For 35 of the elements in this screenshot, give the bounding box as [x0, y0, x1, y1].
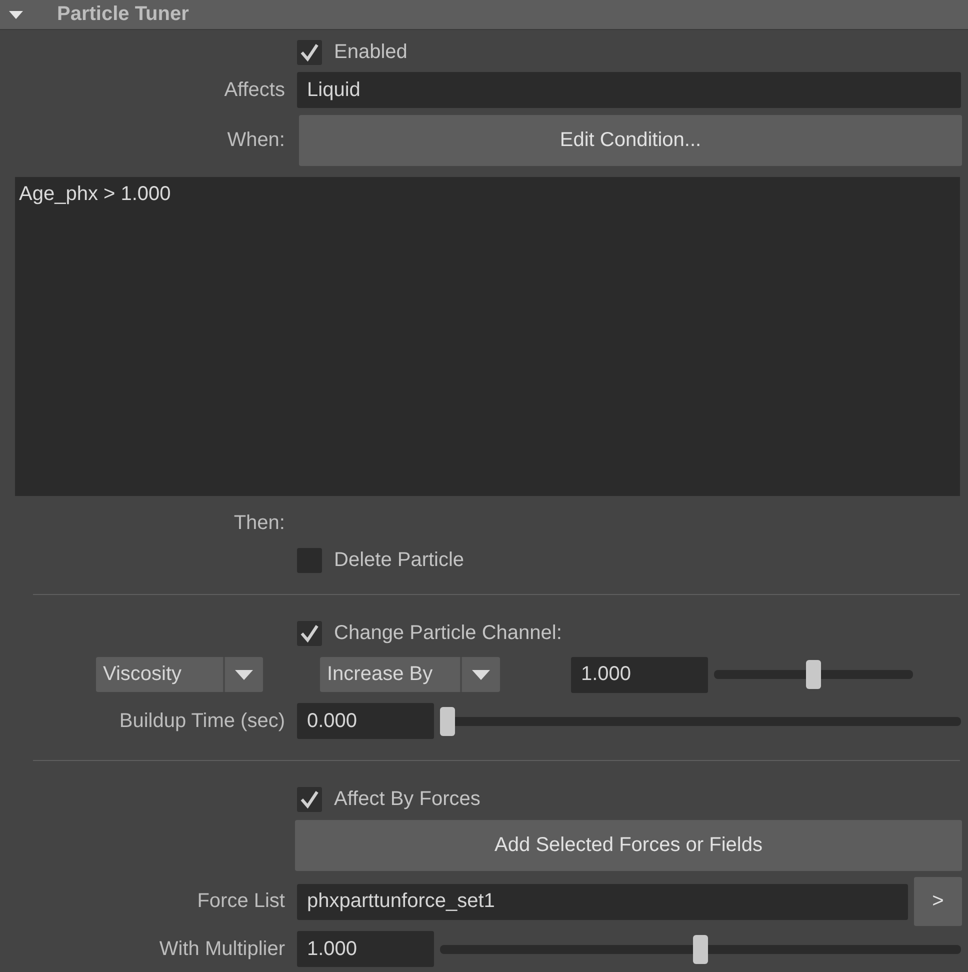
field-label: Buildup Time (sec) — [118, 710, 285, 732]
checkbox-label: Delete Particle — [334, 548, 464, 572]
dropdown[interactable]: Increase By — [320, 657, 500, 692]
slider-thumb[interactable] — [806, 660, 821, 689]
add-forces-button[interactable]: Add Selected Forces or Fields — [295, 820, 962, 871]
number-field[interactable]: 1.000 — [571, 656, 708, 692]
field-label: When: — [226, 129, 285, 152]
number-field[interactable]: 1.000 — [297, 931, 434, 967]
caret-icon — [472, 670, 490, 680]
number-field[interactable]: 0.000 — [297, 703, 434, 739]
input-field[interactable]: phxparttunforce_set1 — [297, 884, 908, 920]
checkbox[interactable] — [297, 40, 322, 64]
checkbox[interactable] — [297, 786, 322, 812]
field-label: Affects — [223, 78, 285, 102]
input-field[interactable]: Liquid — [297, 72, 961, 108]
checkbox[interactable] — [297, 620, 322, 646]
checkbox[interactable] — [297, 548, 322, 572]
slider[interactable] — [440, 706, 961, 736]
checkbox-label: Change Particle Channel: — [334, 622, 562, 644]
collapse-arrow-icon[interactable] — [9, 10, 23, 20]
field-label: With Multiplier — [158, 938, 285, 960]
field-label: Then: — [232, 512, 285, 534]
select-button[interactable]: > — [914, 877, 962, 926]
checkbox-label: Affect By Forces — [334, 788, 480, 810]
condition-text-area: Age_phx > 1.000 — [15, 177, 960, 496]
caret-icon — [235, 670, 253, 680]
slider[interactable] — [440, 934, 961, 964]
section-title: Particle Tuner — [57, 3, 189, 26]
dropdown[interactable]: Viscosity — [96, 657, 263, 692]
checkbox-label: Enabled — [334, 40, 408, 64]
slider-thumb[interactable] — [693, 934, 708, 964]
edit-condition-button[interactable]: Edit Condition... — [299, 115, 962, 166]
slider-thumb[interactable] — [440, 706, 455, 736]
field-label: Force List — [196, 890, 285, 913]
slider[interactable] — [714, 660, 913, 689]
